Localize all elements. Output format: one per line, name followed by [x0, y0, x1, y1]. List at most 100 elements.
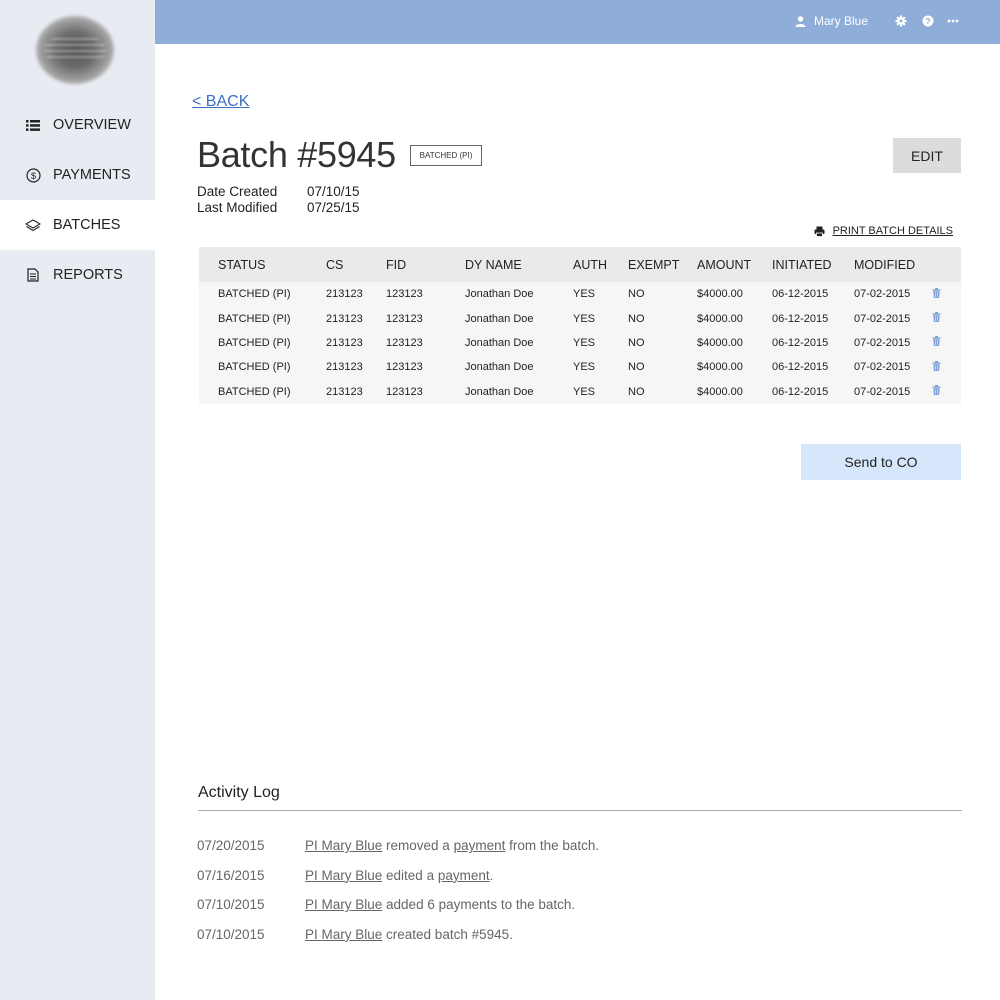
payment-link[interactable]: payment	[438, 868, 490, 883]
user-menu[interactable]: Mary Blue	[795, 14, 868, 28]
table-cell: YES	[573, 282, 628, 307]
sidebar-item-overview[interactable]: OVERVIEW	[0, 100, 155, 150]
payments-table: STATUS CS FID DY NAME AUTH EXEMPT AMOUNT…	[199, 247, 961, 404]
table-cell: Jonathan Doe	[465, 282, 573, 307]
table-cell-actions	[932, 330, 961, 356]
table-cell: 213123	[326, 306, 386, 331]
table-row[interactable]: BATCHED (PI) 213123 123123 Jonathan Doe YES N…	[199, 282, 961, 307]
back-link[interactable]: < BACK	[192, 93, 249, 111]
table-cell: 07-02-2015	[854, 306, 932, 331]
table-cell: 07-02-2015	[854, 330, 932, 356]
table-row[interactable]: BATCHED (PI) 213123 123123 Jonathan Doe YES N…	[199, 355, 961, 380]
column-header[interactable]: DY NAME	[465, 247, 573, 282]
column-header[interactable]: STATUS	[199, 247, 326, 282]
payment-link[interactable]: payment	[454, 838, 506, 853]
trash-icon[interactable]	[932, 385, 942, 396]
sidebar-item-payments[interactable]: $ PAYMENTS	[0, 150, 155, 200]
table-cell: NO	[628, 306, 697, 331]
column-header[interactable]: EXEMPT	[628, 247, 697, 282]
table-cell-actions	[932, 282, 961, 307]
table-cell: BATCHED (PI)	[199, 355, 326, 380]
last-modified-value: 07/25/15	[307, 200, 360, 215]
column-header[interactable]: AMOUNT	[697, 247, 772, 282]
last-modified-label: Last Modified	[197, 200, 278, 215]
table-row[interactable]: BATCHED (PI) 213123 123123 Jonathan Doe YES N…	[199, 330, 961, 356]
column-header[interactable]: CS	[326, 247, 386, 282]
trash-icon[interactable]	[932, 312, 942, 323]
table-cell: 123123	[386, 330, 465, 356]
more-icon[interactable]	[946, 14, 960, 28]
sidebar-nav: OVERVIEW $ PAYMENTS BATCHES REPORTS	[0, 100, 155, 300]
table-cell: $4000.00	[697, 330, 772, 356]
divider	[198, 810, 962, 811]
trash-icon[interactable]	[932, 287, 942, 299]
table-cell: 06-12-2015	[772, 282, 854, 307]
edit-button[interactable]: EDIT	[893, 138, 961, 173]
table-cell: 213123	[326, 330, 386, 356]
column-header[interactable]: INITIATED	[772, 247, 854, 282]
log-text: PI Mary Blue edited a payment.	[305, 868, 493, 898]
table-cell: 06-12-2015	[772, 330, 854, 356]
log-entry: 07/20/2015 PI Mary Blue removed a payment…	[197, 838, 599, 868]
actor-link[interactable]: PI Mary Blue	[305, 868, 382, 883]
table-cell: $4000.00	[697, 306, 772, 331]
table-cell: YES	[573, 355, 628, 380]
column-header[interactable]: AUTH	[573, 247, 628, 282]
sidebar-item-reports[interactable]: REPORTS	[0, 250, 155, 300]
activity-log-title: Activity Log	[198, 784, 280, 801]
trash-icon[interactable]	[932, 336, 942, 347]
batch-meta: Date Created 07/10/15 Last Modified 07/2…	[197, 184, 360, 216]
table-cell: BATCHED (PI)	[199, 306, 326, 331]
log-text: PI Mary Blue created batch #5945.	[305, 927, 513, 957]
sidebar-item-batches[interactable]: BATCHES	[0, 200, 155, 250]
trash-icon[interactable]	[932, 360, 942, 372]
table-cell: 213123	[326, 379, 386, 404]
table-row[interactable]: BATCHED (PI) 213123 123123 Jonathan Doe YES N…	[199, 306, 961, 331]
table-header-row: STATUS CS FID DY NAME AUTH EXEMPT AMOUNT…	[199, 247, 961, 282]
column-header[interactable]: FID	[386, 247, 465, 282]
table-cell: NO	[628, 379, 697, 404]
log-text-post: .	[489, 867, 494, 883]
help-icon[interactable]: ?	[921, 14, 935, 28]
table-cell-actions	[932, 379, 961, 404]
table-cell: 07-02-2015	[854, 379, 932, 404]
layers-icon	[25, 217, 41, 233]
table-cell: NO	[628, 355, 697, 380]
table-cell: Jonathan Doe	[465, 306, 573, 331]
log-text-pre: created batch #5945.	[382, 926, 513, 942]
sidebar-item-label: PAYMENTS	[53, 167, 131, 183]
table-cell: 123123	[386, 306, 465, 331]
dollar-circle-icon: $	[25, 167, 41, 183]
log-entry: 07/10/2015 PI Mary Blue added 6 payments …	[197, 897, 599, 927]
table-cell: 123123	[386, 282, 465, 307]
log-date: 07/10/2015	[197, 897, 265, 913]
document-icon	[25, 267, 41, 283]
table-cell: $4000.00	[697, 282, 772, 307]
logo-lines	[44, 38, 106, 62]
print-batch-details[interactable]: PRINT BATCH DETAILS	[814, 225, 953, 237]
print-label: PRINT BATCH DETAILS	[832, 225, 953, 237]
log-text: PI Mary Blue added 6 payments to the bat…	[305, 897, 575, 927]
status-badge: BATCHED (PI)	[410, 145, 482, 166]
table-cell-actions	[932, 355, 961, 380]
log-text-pre: removed a	[382, 838, 454, 853]
gear-icon[interactable]	[894, 14, 908, 28]
log-date: 07/16/2015	[197, 867, 265, 883]
table-cell: YES	[573, 379, 628, 404]
page-title: Batch #5945	[197, 134, 396, 175]
table-row[interactable]: BATCHED (PI) 213123 123123 Jonathan Doe YES N…	[199, 379, 961, 404]
top-bar: Mary Blue ?	[155, 0, 1000, 44]
column-header-actions	[932, 247, 961, 282]
user-name: Mary Blue	[813, 14, 868, 28]
table-cell: YES	[573, 306, 628, 331]
send-to-co-button[interactable]: Send to CO	[801, 444, 961, 480]
sidebar-item-label: BATCHES	[53, 217, 121, 233]
actor-link[interactable]: PI Mary Blue	[305, 897, 382, 912]
table-cell: BATCHED (PI)	[199, 379, 326, 404]
sidebar-item-label: REPORTS	[53, 267, 123, 283]
actor-link[interactable]: PI Mary Blue	[305, 838, 382, 853]
sidebar-item-label: OVERVIEW	[53, 117, 131, 133]
log-text-pre: edited a	[382, 867, 438, 883]
actor-link[interactable]: PI Mary Blue	[305, 927, 382, 942]
column-header[interactable]: MODIFIED	[854, 247, 932, 282]
